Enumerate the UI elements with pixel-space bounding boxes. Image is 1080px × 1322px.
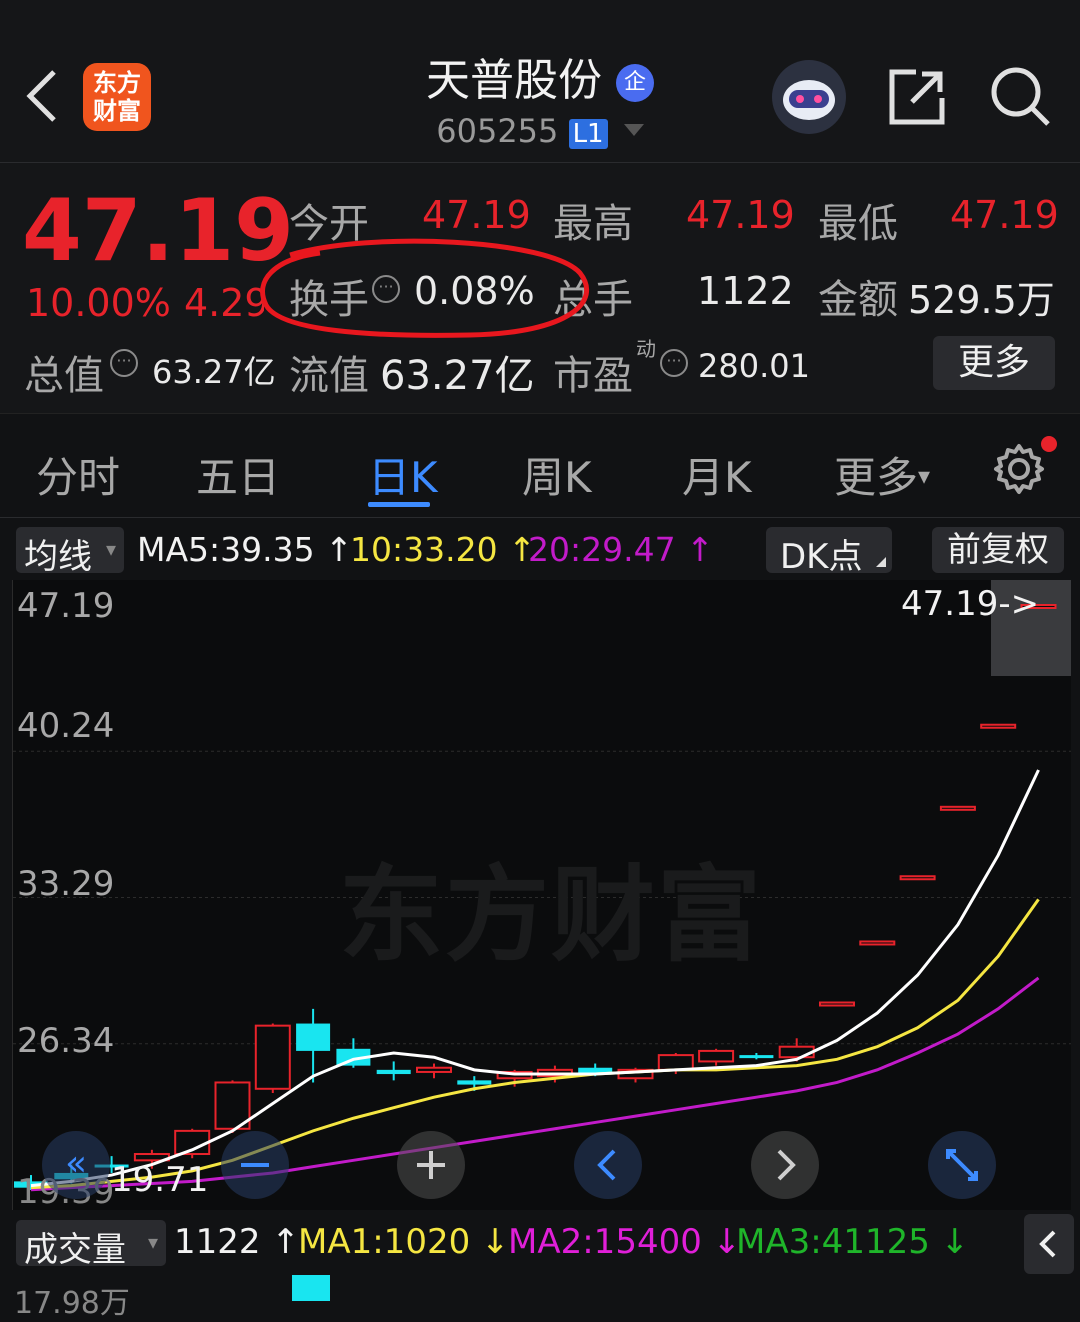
quote-panel: 47.19 10.00% 4.29 今开 47.19 最高 47.19 最低 4… bbox=[0, 163, 1080, 413]
fullscreen-button[interactable] bbox=[928, 1131, 996, 1199]
last-price-label: 47.19-> bbox=[901, 584, 1040, 624]
volume-panel: 成交量 ▾ 1122 ↑ MA1:1020 ↓ MA2:15400 ↓ MA3:… bbox=[0, 1212, 1080, 1321]
tab-daily-k[interactable]: 日K bbox=[368, 444, 438, 505]
active-tab-underline bbox=[368, 502, 430, 507]
low-label: 最低 bbox=[818, 201, 898, 247]
share-icon[interactable] bbox=[886, 66, 948, 128]
pe-label: 市盈 bbox=[553, 353, 633, 399]
watermark: 东方财富 bbox=[339, 854, 764, 976]
candle bbox=[698, 1048, 735, 1066]
low-value: 47.19 bbox=[950, 193, 1059, 237]
notification-dot bbox=[1041, 436, 1057, 452]
low-price-label: 19.71 bbox=[111, 1160, 209, 1200]
volume-bar bbox=[292, 1275, 330, 1301]
vol-ma3-readout: MA3:41125 ↓ bbox=[736, 1222, 970, 1262]
y-tick-label: 47.19 bbox=[17, 586, 115, 626]
collapse-panel-button[interactable] bbox=[1024, 1214, 1074, 1274]
volume-selector[interactable]: 成交量 ▾ bbox=[16, 1220, 166, 1270]
change-pct: 10.00% bbox=[26, 281, 171, 325]
tab-five-day[interactable]: 五日 bbox=[196, 444, 280, 505]
rewind-button[interactable]: « bbox=[42, 1131, 110, 1199]
open-value: 47.19 bbox=[422, 193, 531, 237]
volume-axis-label: 17.98万 bbox=[14, 1286, 130, 1321]
ma5-readout: MA5:39.35 ↑ bbox=[137, 530, 353, 569]
mktcap-value: 63.27亿 bbox=[152, 353, 276, 391]
info-icon[interactable]: ··· bbox=[110, 349, 138, 377]
zoom-out-button[interactable] bbox=[221, 1131, 289, 1199]
vol-ma3-value: MA3:41125 bbox=[736, 1222, 930, 1262]
kline-chart[interactable]: 47.19 40.24 33.29 26.34 东方财富 47.19-> 19.… bbox=[12, 580, 1071, 1212]
pe-superscript: 动 bbox=[636, 337, 656, 361]
vol-ma1-readout: MA1:1020 ↓ bbox=[298, 1222, 510, 1262]
tab-more[interactable]: 更多▾ bbox=[834, 444, 930, 505]
volume-selector-label: 成交量 bbox=[24, 1230, 126, 1270]
stock-name: 天普股份 bbox=[426, 55, 602, 106]
tab-weekly-k[interactable]: 周K bbox=[522, 444, 592, 505]
mktcap-label: 总值 bbox=[24, 353, 104, 399]
vol-ma2-value: MA2:15400 bbox=[508, 1222, 702, 1262]
tab-intraday[interactable]: 分时 bbox=[36, 444, 120, 505]
ma-selector-label: 均线 bbox=[24, 537, 92, 577]
y-tick-label: 26.34 bbox=[17, 1021, 115, 1061]
volume-readout: 1122 ↑ bbox=[174, 1222, 300, 1262]
period-tabs: 分时 五日 日K 周K 月K 更多▾ bbox=[0, 413, 1080, 518]
info-icon[interactable]: ··· bbox=[660, 349, 688, 377]
ma20-value: 20:29.47 bbox=[528, 530, 676, 569]
adjust-button[interactable]: 前复权 bbox=[932, 527, 1064, 573]
enterprise-badge-icon: 企 bbox=[616, 64, 654, 102]
caret-down-icon: ▾ bbox=[147, 1230, 158, 1254]
zoom-in-button[interactable] bbox=[397, 1131, 465, 1199]
candle bbox=[214, 1080, 251, 1133]
dk-point-label: DK点 bbox=[780, 537, 863, 577]
candle bbox=[899, 875, 936, 881]
candle bbox=[416, 1063, 452, 1079]
float-value: 63.27亿 bbox=[380, 353, 535, 399]
level-tag: L1 bbox=[568, 119, 608, 149]
corner-triangle-icon bbox=[876, 557, 886, 567]
candle bbox=[939, 805, 976, 811]
robot-assistant-icon[interactable] bbox=[772, 60, 846, 134]
candle bbox=[254, 1023, 291, 1093]
candle bbox=[859, 940, 896, 946]
caret-down-icon: ▾ bbox=[105, 537, 116, 561]
scroll-right-button[interactable] bbox=[751, 1131, 819, 1199]
vol-ma1-value: MA1:1020 bbox=[298, 1222, 471, 1262]
tab-more-label: 更多 bbox=[834, 453, 919, 502]
y-tick-label: 40.24 bbox=[17, 706, 115, 746]
volume-value: 1122 bbox=[697, 269, 794, 313]
chevron-down-icon bbox=[623, 124, 644, 136]
top-bar: 东方 财富 天普股份 企 605255 L1 bbox=[0, 0, 1080, 163]
candle bbox=[980, 723, 1017, 729]
ma10-readout: 10:33.20 ↑ bbox=[350, 530, 536, 569]
ma20-readout: 20:29.47 ↑ bbox=[528, 530, 714, 569]
volume-value: 1122 bbox=[174, 1222, 261, 1262]
pe-value: 280.01 bbox=[698, 347, 810, 385]
ma20-line bbox=[30, 976, 1040, 1192]
vol-ma2-readout: MA2:15400 ↓ bbox=[508, 1222, 742, 1262]
amount-value: 529.5万 bbox=[908, 278, 1055, 322]
candle bbox=[376, 1061, 411, 1081]
float-label: 流值 bbox=[289, 353, 369, 399]
scroll-left-button[interactable] bbox=[574, 1131, 642, 1199]
tab-monthly-k[interactable]: 月K bbox=[682, 444, 752, 505]
ma10-value: 10:33.20 bbox=[350, 530, 498, 569]
amount-label: 金额 bbox=[818, 277, 898, 323]
dk-point-button[interactable]: DK点 bbox=[766, 527, 892, 577]
caret-down-icon: ▾ bbox=[918, 462, 931, 490]
search-icon[interactable] bbox=[988, 64, 1054, 130]
ma5-value: MA5:39.35 bbox=[137, 530, 315, 569]
more-button[interactable]: 更多 bbox=[933, 336, 1055, 390]
candle bbox=[739, 1053, 774, 1060]
ma-selector[interactable]: 均线 ▾ bbox=[16, 527, 124, 577]
hand-drawn-circle bbox=[260, 238, 590, 338]
gear-icon[interactable] bbox=[992, 442, 1046, 496]
y-tick-label: 33.29 bbox=[17, 864, 115, 904]
stock-code: 605255 bbox=[436, 112, 559, 150]
candle bbox=[819, 1001, 855, 1007]
high-value: 47.19 bbox=[686, 193, 795, 237]
